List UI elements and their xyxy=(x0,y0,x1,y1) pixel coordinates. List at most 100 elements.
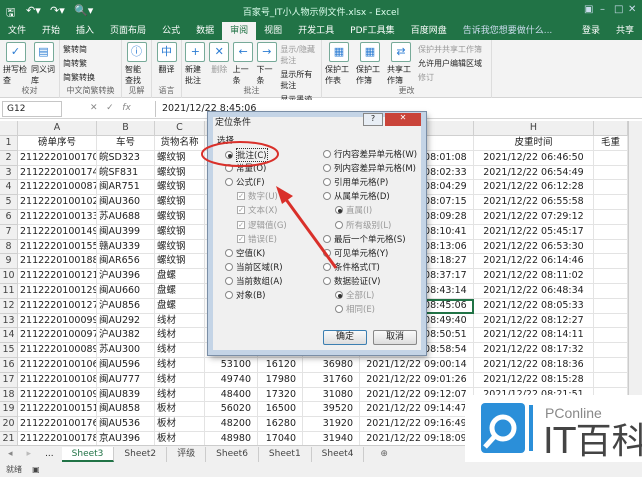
checkbox-option[interactable]: ✓ 错误(E) xyxy=(237,233,277,245)
table-cell[interactable]: 沪AU856 xyxy=(97,298,155,314)
table-cell[interactable]: 线材 xyxy=(155,358,205,373)
radio-option[interactable]: 直属(I) xyxy=(335,204,372,216)
tab-8[interactable]: 开发工具 xyxy=(290,22,342,40)
table-cell[interactable]: 2021/12/22 09:12:07 xyxy=(360,387,474,403)
table-cell[interactable]: 皖SF831 xyxy=(97,165,155,181)
table-cell[interactable]: 2021/12/22 06:48:34 xyxy=(474,284,594,299)
maximize-icon[interactable]: □ xyxy=(614,4,623,15)
add-sheet-icon[interactable]: ⊕ xyxy=(364,449,404,459)
cancel-icon[interactable]: ✕ xyxy=(90,103,98,113)
table-cell[interactable]: 2112220100097 xyxy=(18,328,97,344)
table-cell[interactable]: 螺纹钢 xyxy=(155,254,205,270)
table-cell[interactable]: 2021/12/22 05:45:17 xyxy=(474,224,594,240)
table-cell[interactable]: 苏AU688 xyxy=(97,210,155,225)
next-sheet-icon[interactable]: ▸ xyxy=(21,449,38,459)
radio-option[interactable]: 从属单元格(D) xyxy=(323,190,390,202)
close-icon[interactable]: ✕ xyxy=(628,4,636,15)
tab-3[interactable]: 页面布局 xyxy=(102,22,154,40)
row-header[interactable]: 15 xyxy=(0,343,18,358)
table-cell[interactable]: 2112220100087 xyxy=(18,180,97,196)
table-cell[interactable] xyxy=(594,224,628,240)
s2t-button[interactable]: 简转繁 xyxy=(63,58,95,69)
track-changes-button[interactable]: 修订 xyxy=(418,72,482,83)
radio-option[interactable]: 列内容差异单元格(M) xyxy=(323,162,416,174)
table-cell[interactable]: 盘螺 xyxy=(155,298,205,314)
row-header[interactable]: 8 xyxy=(0,239,18,255)
table-cell[interactable]: 2021/12/22 09:00:14 xyxy=(360,358,474,373)
table-cell[interactable]: 2112220100089 xyxy=(18,343,97,358)
table-cell[interactable]: 2112220100176 xyxy=(18,417,97,432)
t2s-button[interactable]: 繁转简 xyxy=(63,44,95,55)
table-cell[interactable] xyxy=(594,269,628,284)
table-cell[interactable]: 16500 xyxy=(258,402,303,418)
enter-icon[interactable]: ✓ xyxy=(106,103,114,113)
row-header[interactable]: 14 xyxy=(0,328,18,344)
table-cell[interactable]: 2021/12/22 08:15:28 xyxy=(474,372,594,388)
header-cell[interactable]: 皮重时间 xyxy=(474,136,594,151)
table-cell[interactable]: 2021/12/22 06:14:46 xyxy=(474,254,594,270)
radio-option[interactable]: 最后一个单元格(S) xyxy=(323,233,406,245)
tab-6[interactable]: 审阅 xyxy=(222,22,257,40)
table-cell[interactable]: 闽AU839 xyxy=(97,387,155,403)
table-cell[interactable]: 2112220100149 xyxy=(18,224,97,240)
table-cell[interactable]: 螺纹钢 xyxy=(155,150,205,166)
table-cell[interactable]: 2112220100121 xyxy=(18,269,97,284)
table-cell[interactable] xyxy=(594,313,628,329)
macro-record-icon[interactable]: ▣ xyxy=(32,465,40,474)
table-cell[interactable]: 螺纹钢 xyxy=(155,195,205,210)
share-button[interactable]: 共享 xyxy=(608,22,642,40)
row-header[interactable]: 13 xyxy=(0,313,18,329)
table-cell[interactable]: 56020 xyxy=(205,402,258,418)
more-sheets-button[interactable]: ... xyxy=(37,449,62,459)
table-cell[interactable]: 2112220100174 xyxy=(18,165,97,181)
table-cell[interactable]: 沪AU396 xyxy=(97,269,155,284)
row-header[interactable]: 7 xyxy=(0,224,18,240)
table-cell[interactable]: 螺纹钢 xyxy=(155,210,205,225)
column-header-i[interactable] xyxy=(594,121,628,136)
table-cell[interactable] xyxy=(594,239,628,255)
table-cell[interactable]: 盘螺 xyxy=(155,269,205,284)
table-cell[interactable]: 螺纹钢 xyxy=(155,224,205,240)
table-cell[interactable]: 苏AU300 xyxy=(97,343,155,358)
protect-share-button[interactable]: 保护并共享工作簿 xyxy=(418,44,482,55)
cancel-button[interactable]: 取消 xyxy=(373,330,417,345)
table-cell[interactable] xyxy=(594,254,628,270)
close-button[interactable]: ✕ xyxy=(385,113,421,126)
radio-option[interactable]: 批注(C) xyxy=(225,148,268,162)
table-cell[interactable]: 2021/12/22 06:54:49 xyxy=(474,165,594,181)
table-cell[interactable]: 2021/12/22 08:17:32 xyxy=(474,343,594,358)
row-header[interactable]: 16 xyxy=(0,358,18,373)
table-cell[interactable]: 闽AU292 xyxy=(97,313,155,329)
tab-9[interactable]: PDF工具集 xyxy=(342,22,403,40)
checkbox-option[interactable]: ✓ 数字(U) xyxy=(237,190,278,202)
table-cell[interactable]: 17320 xyxy=(258,387,303,403)
table-cell[interactable]: 2021/12/22 08:12:27 xyxy=(474,313,594,329)
radio-option[interactable]: 全部(L) xyxy=(335,289,374,301)
row-header[interactable]: 11 xyxy=(0,284,18,299)
table-cell[interactable]: 闽AU536 xyxy=(97,417,155,432)
row-header[interactable]: 12 xyxy=(0,298,18,314)
table-cell[interactable] xyxy=(594,210,628,225)
table-cell[interactable]: 16120 xyxy=(258,358,303,373)
table-cell[interactable]: 49740 xyxy=(205,372,258,388)
table-cell[interactable] xyxy=(594,284,628,299)
table-cell[interactable]: 2021/12/22 09:01:26 xyxy=(360,372,474,388)
sheet-tab-2[interactable]: 评级 xyxy=(167,446,207,462)
table-cell[interactable]: 2021/12/22 09:16:49 xyxy=(360,417,474,432)
table-cell[interactable]: 2021/12/22 06:53:30 xyxy=(474,239,594,255)
tab-5[interactable]: 数据 xyxy=(188,22,222,40)
tab-4[interactable]: 公式 xyxy=(154,22,188,40)
table-cell[interactable]: 沪AU382 xyxy=(97,328,155,344)
row-header[interactable]: 4 xyxy=(0,180,18,196)
table-cell[interactable]: 2021/12/22 08:11:02 xyxy=(474,269,594,284)
tell-me-search[interactable]: 告诉我您想要做什么... xyxy=(455,22,561,40)
table-cell[interactable]: 2021/12/22 08:14:11 xyxy=(474,328,594,344)
radio-option[interactable]: 公式(F) xyxy=(225,176,265,188)
fx-icon[interactable]: fx xyxy=(122,103,131,113)
tab-1[interactable]: 开始 xyxy=(34,22,68,40)
table-cell[interactable]: 2112220100106 xyxy=(18,358,97,373)
table-cell[interactable]: 2112220100188 xyxy=(18,254,97,270)
row-header[interactable]: 19 xyxy=(0,402,18,418)
column-header-h[interactable]: H xyxy=(474,121,594,136)
help-button[interactable]: ? xyxy=(363,113,383,126)
